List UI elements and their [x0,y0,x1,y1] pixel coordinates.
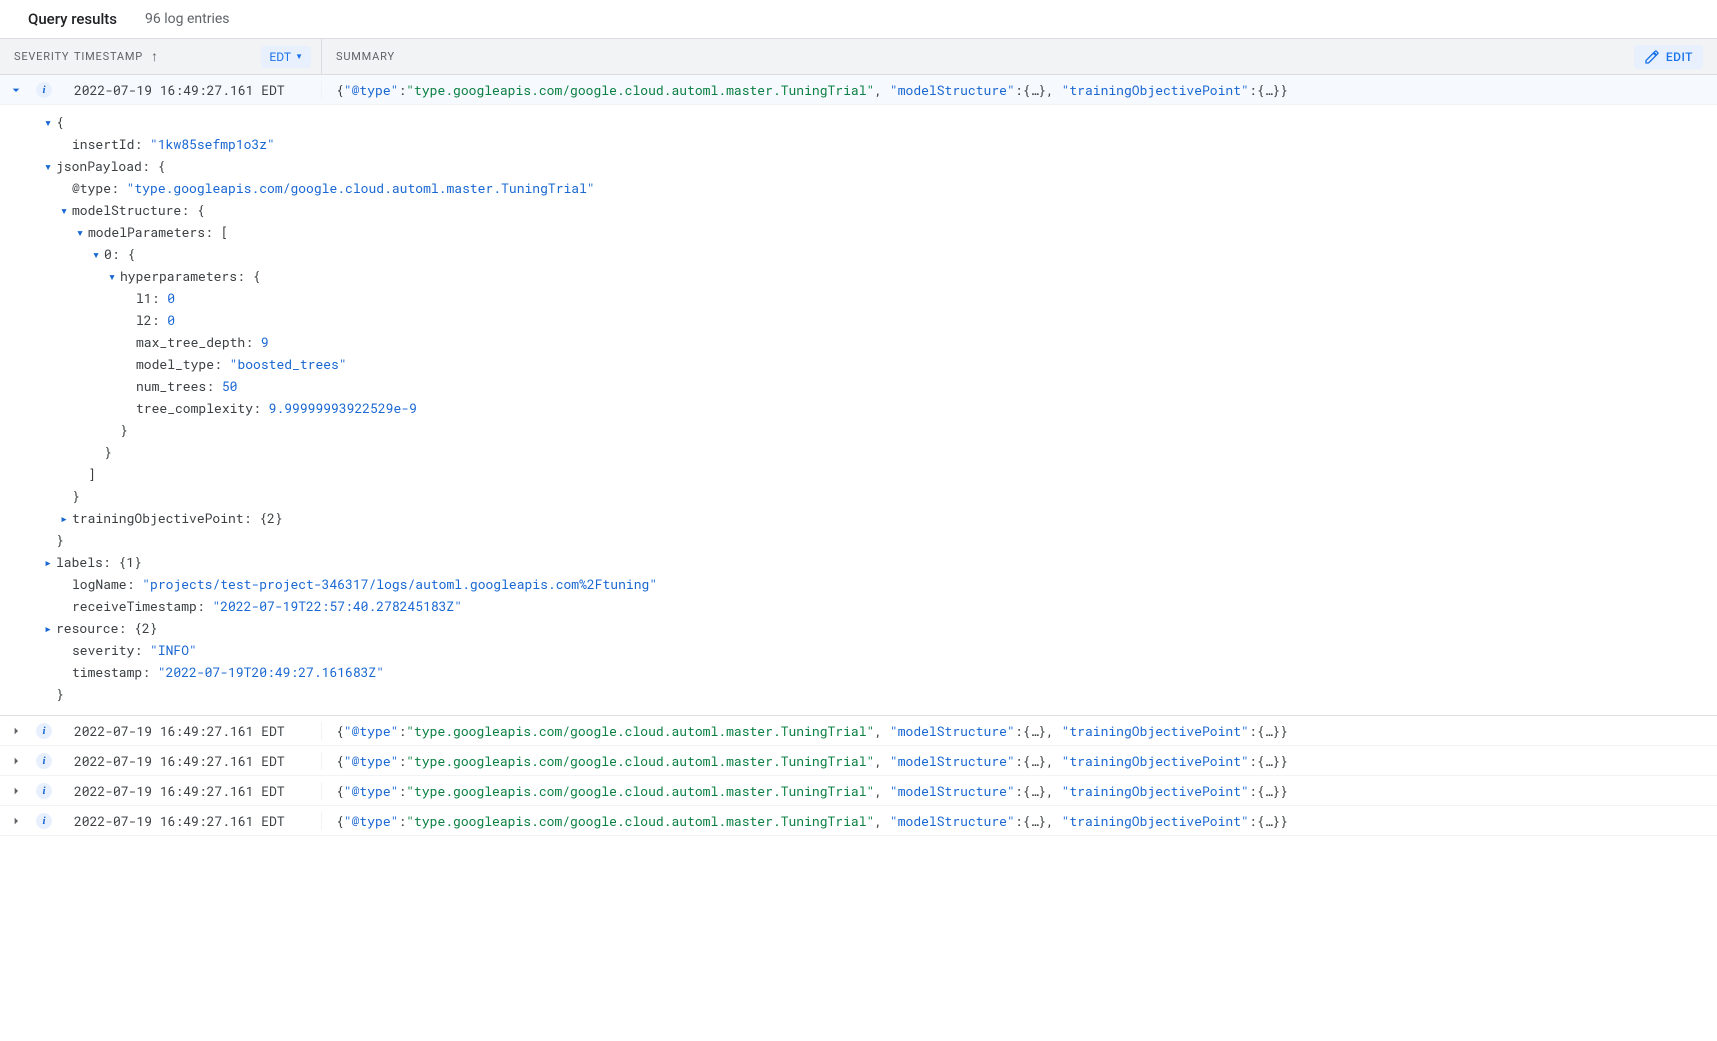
chevron-right-icon [8,753,24,769]
column-header-row: SEVERITY TIMESTAMP ↑ EDT ▼ SUMMARY EDIT [0,39,1717,75]
json-caret[interactable]: ▾ [40,111,56,133]
summary-cell: {"@type":"type.googleapis.com/google.clo… [322,722,1717,740]
info-icon: i [36,723,52,739]
timezone-selector[interactable]: EDT ▼ [261,46,311,68]
expand-toggle[interactable] [0,723,32,739]
expand-toggle[interactable] [0,813,32,829]
info-icon: i [36,82,52,98]
info-icon: i [36,783,52,799]
json-caret[interactable]: ▸ [56,507,72,529]
info-icon: i [36,813,52,829]
chevron-right-icon [8,723,24,739]
json-caret[interactable]: ▸ [40,617,56,639]
severity-cell: i [32,723,56,739]
json-caret[interactable]: ▾ [40,155,56,177]
results-title: Query results [28,10,117,28]
json-caret[interactable]: ▾ [88,243,104,265]
log-row[interactable]: i 2022-07-19 16:49:27.161 EDT {"@type":"… [0,776,1717,806]
summary-cell: {"@type":"type.googleapis.com/google.clo… [322,81,1717,99]
json-caret[interactable]: ▾ [72,221,88,243]
info-icon: i [36,753,52,769]
col-header-timestamp[interactable]: TIMESTAMP ↑ EDT ▼ [74,39,322,74]
severity-cell: i [32,783,56,799]
edit-label: EDIT [1666,50,1693,64]
json-detail: ▾{ insertId: "1kw85sefmp1o3z" ▾jsonPaylo… [0,105,1717,716]
expand-toggle[interactable] [0,783,32,799]
json-caret[interactable]: ▸ [40,551,56,573]
chevron-down-icon [8,82,24,98]
severity-cell: i [32,82,56,98]
col-header-severity[interactable]: SEVERITY [0,50,74,63]
severity-cell: i [32,753,56,769]
expand-toggle[interactable] [0,82,32,98]
pencil-icon [1644,49,1660,65]
json-caret[interactable]: ▾ [56,199,72,221]
col-header-timestamp-label: TIMESTAMP [74,50,143,63]
log-row[interactable]: i 2022-07-19 16:49:27.161 EDT {"@type":"… [0,806,1717,836]
chevron-down-icon: ▼ [295,52,303,61]
edit-summary-button[interactable]: EDIT [1634,45,1703,69]
col-header-summary[interactable]: SUMMARY [336,50,395,63]
severity-cell: i [32,813,56,829]
chevron-right-icon [8,813,24,829]
log-row[interactable]: i 2022-07-19 16:49:27.161 EDT {"@type":"… [0,716,1717,746]
results-header: Query results 96 log entries [0,0,1717,39]
timestamp-cell: 2022-07-19 16:49:27.161 EDT [56,722,322,740]
timestamp-cell: 2022-07-19 16:49:27.161 EDT [56,782,322,800]
timezone-label: EDT [269,50,291,64]
sort-asc-icon: ↑ [151,48,159,65]
timestamp-cell: 2022-07-19 16:49:27.161 EDT [56,812,322,830]
summary-cell: {"@type":"type.googleapis.com/google.clo… [322,782,1717,800]
summary-cell: {"@type":"type.googleapis.com/google.clo… [322,752,1717,770]
log-row[interactable]: i 2022-07-19 16:49:27.161 EDT {"@type":"… [0,746,1717,776]
log-row-expanded[interactable]: i 2022-07-19 16:49:27.161 EDT {"@type":"… [0,75,1717,105]
expand-toggle[interactable] [0,753,32,769]
timestamp-cell: 2022-07-19 16:49:27.161 EDT [56,81,322,99]
results-count: 96 log entries [145,11,229,27]
summary-cell: {"@type":"type.googleapis.com/google.clo… [322,812,1717,830]
timestamp-cell: 2022-07-19 16:49:27.161 EDT [56,752,322,770]
chevron-right-icon [8,783,24,799]
json-caret[interactable]: ▾ [104,265,120,287]
